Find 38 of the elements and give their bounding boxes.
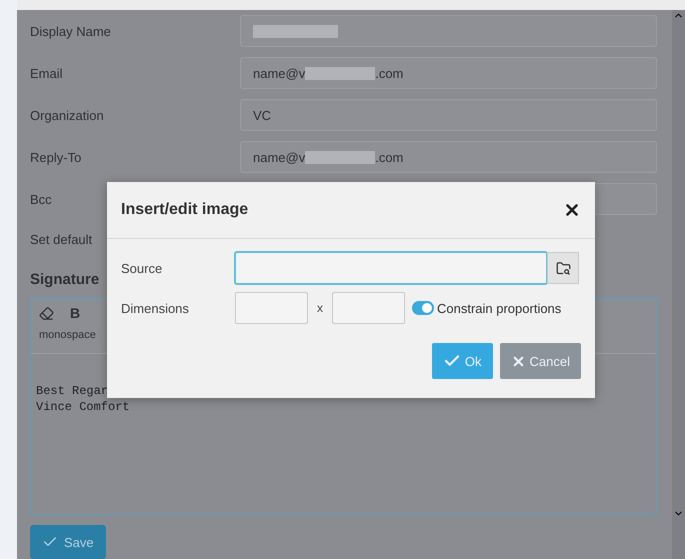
clear-format-icon[interactable] xyxy=(39,306,54,320)
field-label: Display Name xyxy=(30,24,112,38)
toggle-label: Constrain proportions xyxy=(437,300,562,316)
field-label: Bcc xyxy=(30,192,53,206)
close-icon xyxy=(510,354,526,368)
scrollbar[interactable] xyxy=(672,10,685,559)
height-field[interactable] xyxy=(332,292,405,324)
signature-text: Best Regar xyxy=(36,383,110,399)
save-button[interactable]: Save xyxy=(30,525,106,559)
field-text: name@v xyxy=(253,66,306,80)
email-field[interactable]: name@v .com xyxy=(240,141,657,173)
text-field[interactable]: VC xyxy=(240,99,657,131)
bold-button[interactable]: B xyxy=(70,305,80,321)
field-text: .com xyxy=(375,66,404,80)
field-text: name@v xyxy=(253,150,306,164)
folder-search-icon xyxy=(556,260,570,276)
display-name-field[interactable] xyxy=(240,15,657,47)
browse-button[interactable] xyxy=(547,252,579,284)
ok-button[interactable]: Ok xyxy=(432,343,493,379)
field-label: Set default xyxy=(30,232,94,246)
redaction-block xyxy=(305,150,376,164)
field-label: Reply-To xyxy=(30,150,82,164)
section-heading: Signature xyxy=(30,271,100,288)
email-field[interactable]: name@v .com xyxy=(240,57,657,89)
field-label: Organization xyxy=(30,108,105,122)
dialog-title: Insert/edit image xyxy=(121,201,248,219)
cancel-button[interactable]: Cancel xyxy=(500,343,581,379)
field-label: Source xyxy=(121,260,164,276)
close-button[interactable] xyxy=(563,201,581,219)
signature-text: Vince Comfort xyxy=(36,399,131,415)
field-label: Email xyxy=(30,66,64,80)
redaction-block xyxy=(305,66,376,80)
toggle-switch[interactable] xyxy=(412,301,434,315)
dimension-separator: x xyxy=(317,301,323,315)
source-field[interactable] xyxy=(235,252,547,284)
field-label: Dimensions xyxy=(121,300,190,316)
width-field[interactable] xyxy=(235,292,308,324)
field-text: .com xyxy=(375,150,404,164)
